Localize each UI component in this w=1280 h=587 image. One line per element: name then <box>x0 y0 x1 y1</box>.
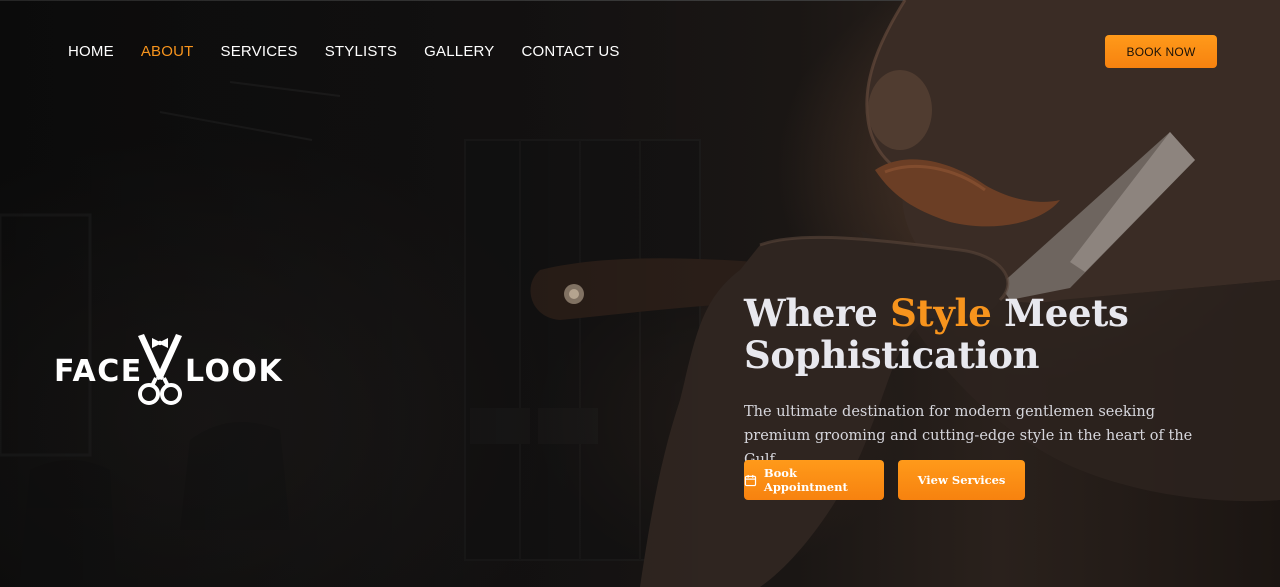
nav-home[interactable]: HOME <box>68 42 114 62</box>
hero-section: HOME ABOUT SERVICES STYLISTS GALLERY CON… <box>0 0 1280 587</box>
book-now-button[interactable]: BOOK NOW <box>1105 35 1217 68</box>
main-nav: HOME ABOUT SERVICES STYLISTS GALLERY CON… <box>68 42 620 62</box>
book-appointment-button[interactable]: Book Appointment <box>744 460 884 500</box>
book-appointment-label: Book Appointment <box>763 466 848 494</box>
scissors-bowtie-icon <box>138 334 182 405</box>
view-services-button[interactable]: View Services <box>898 460 1025 500</box>
headline-part1: Where <box>744 291 891 335</box>
view-services-label: View Services <box>917 473 1006 487</box>
nav-stylists[interactable]: STYLISTS <box>325 42 397 62</box>
logo-word-look: LOOK <box>185 354 284 389</box>
nav-services[interactable]: SERVICES <box>221 42 298 62</box>
nav-about[interactable]: ABOUT <box>141 42 194 62</box>
headline-accent: Style <box>890 291 992 335</box>
site-logo[interactable]: FACE LOOK <box>54 330 282 410</box>
hero-headline: Where Style Meets Sophistication <box>744 292 1164 376</box>
nav-contact-us[interactable]: CONTACT US <box>522 42 620 62</box>
nav-gallery[interactable]: GALLERY <box>424 42 494 62</box>
calendar-icon <box>744 474 757 486</box>
